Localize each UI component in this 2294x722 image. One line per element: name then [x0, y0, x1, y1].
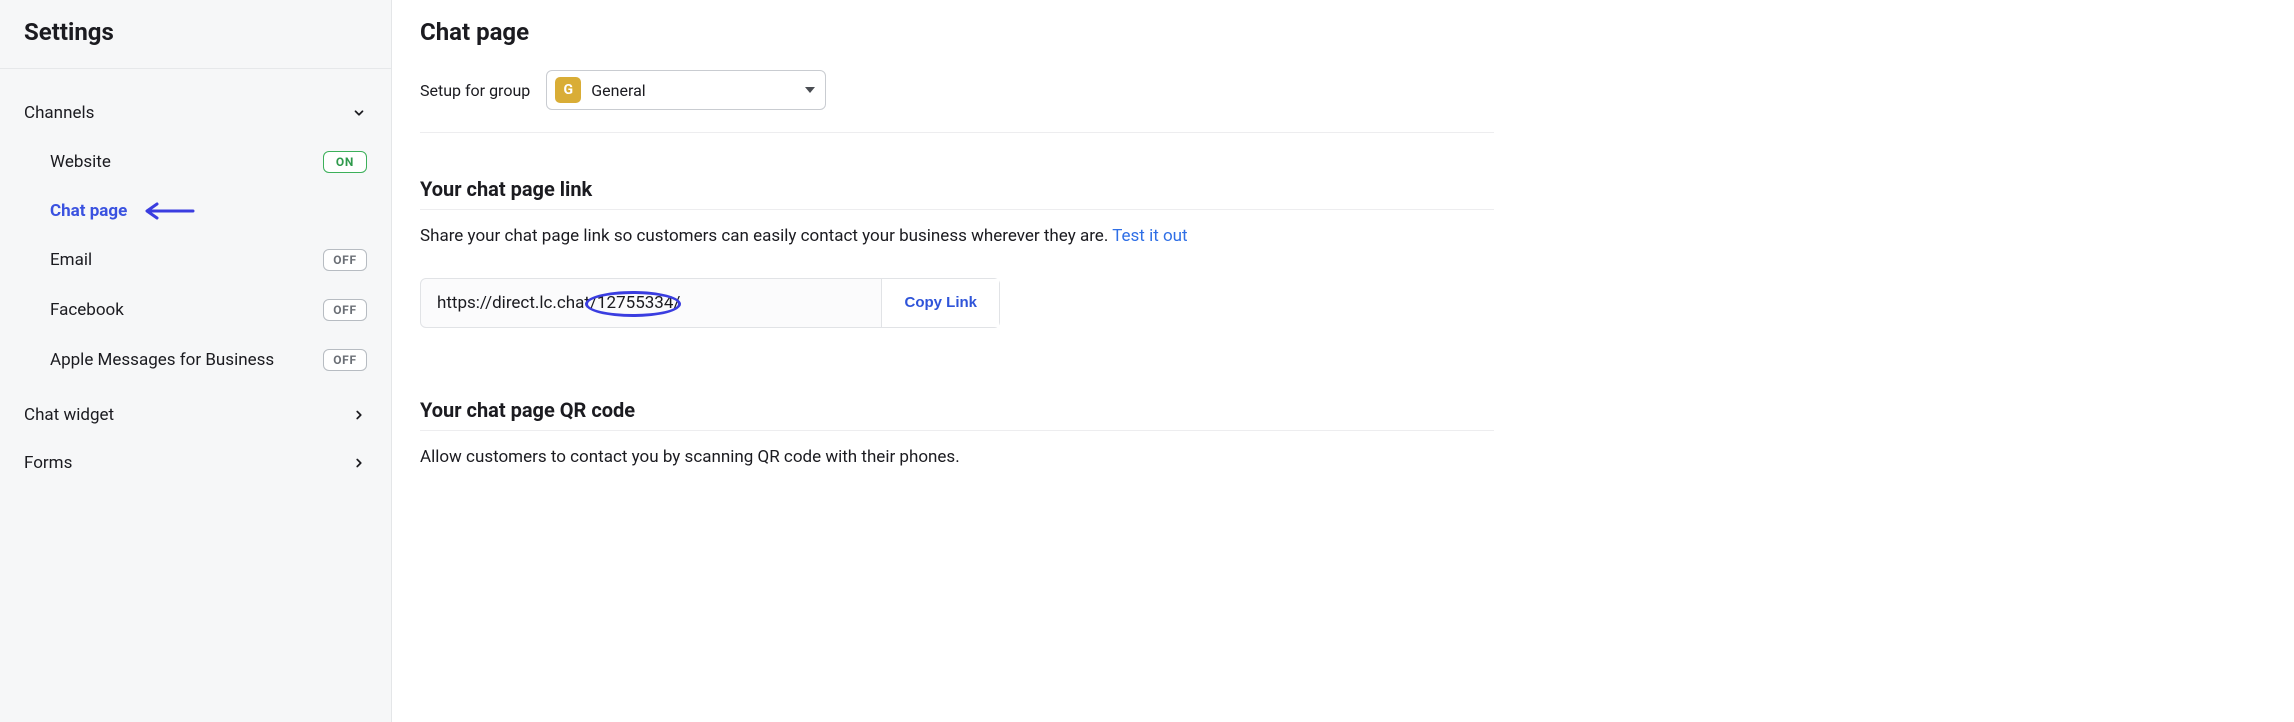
group-selected-name: General [591, 81, 795, 100]
chat-page-link-row: https://direct.lc.chat/12755334/ Copy Li… [420, 278, 1000, 328]
sidebar-item-apple-messages[interactable]: Apple Messages for Business OFF [0, 335, 391, 385]
section-label: Channels [24, 103, 94, 123]
sidebar-header: Settings [0, 0, 391, 69]
chat-page-link-value: https://direct.lc.chat/12755334/ [437, 293, 680, 313]
group-selector-row: Setup for group G General [420, 70, 1494, 133]
group-avatar: G [555, 77, 581, 103]
sidebar-item-label: Apple Messages for Business [50, 350, 274, 370]
status-badge-on: ON [323, 151, 367, 173]
sidebar-title: Settings [24, 18, 367, 46]
chat-page-link-field[interactable]: https://direct.lc.chat/12755334/ [421, 279, 882, 327]
section-label: Forms [24, 453, 72, 473]
annotation-arrow-icon [141, 202, 195, 220]
section-title-link: Your chat page link [420, 177, 1494, 210]
status-badge-off: OFF [323, 299, 367, 321]
sidebar-item-label: Facebook [50, 300, 124, 320]
section-desc-link: Share your chat page link so customers c… [420, 224, 1494, 250]
sidebar-item-label: Chat page [50, 201, 127, 221]
sidebar-section-chat-widget[interactable]: Chat widget [0, 391, 391, 439]
caret-down-icon [805, 87, 815, 93]
section-title-qr: Your chat page QR code [420, 398, 1494, 431]
group-setup-label: Setup for group [420, 81, 530, 100]
sidebar-item-facebook[interactable]: Facebook OFF [0, 285, 391, 335]
status-badge-off: OFF [323, 349, 367, 371]
section-desc-qr: Allow customers to contact you by scanni… [420, 445, 1494, 471]
sidebar-item-label: Email [50, 250, 92, 270]
sidebar-item-website[interactable]: Website ON [0, 137, 391, 187]
chevron-down-icon [351, 105, 367, 121]
sidebar-item-label: Website [50, 152, 111, 172]
sidebar-section-channels[interactable]: Channels [0, 89, 391, 137]
test-it-out-link[interactable]: Test it out [1112, 226, 1187, 246]
section-desc-text: Share your chat page link so customers c… [420, 226, 1112, 246]
status-badge-off: OFF [323, 249, 367, 271]
group-select[interactable]: G General [546, 70, 826, 110]
page-title: Chat page [420, 18, 1494, 46]
section-label: Chat widget [24, 405, 114, 425]
settings-sidebar: Settings Channels Website ON Chat page [0, 0, 392, 722]
chevron-right-icon [351, 455, 367, 471]
chevron-right-icon [351, 407, 367, 423]
copy-link-button[interactable]: Copy Link [882, 279, 999, 327]
sidebar-section-forms[interactable]: Forms [0, 439, 391, 487]
sidebar-item-email[interactable]: Email OFF [0, 235, 391, 285]
main-content: Chat page Setup for group G General Your… [392, 0, 2294, 722]
sidebar-item-chat-page[interactable]: Chat page [0, 187, 391, 235]
